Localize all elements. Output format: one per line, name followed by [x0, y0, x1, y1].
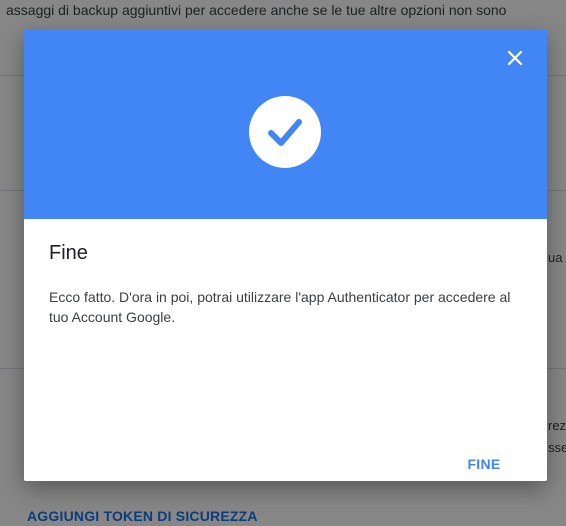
dialog-message: Ecco fatto. D'ora in poi, potrai utilizz… [49, 289, 511, 325]
confirmation-dialog: Fine Ecco fatto. D'ora in poi, potrai ut… [24, 29, 547, 481]
close-button[interactable] [502, 45, 528, 71]
checkmark-icon [268, 119, 302, 146]
close-icon [507, 50, 523, 66]
dialog-title: Fine [49, 242, 88, 264]
check-circle-icon [249, 96, 321, 168]
done-button[interactable]: FINE [454, 450, 514, 478]
dialog-header [24, 29, 547, 219]
